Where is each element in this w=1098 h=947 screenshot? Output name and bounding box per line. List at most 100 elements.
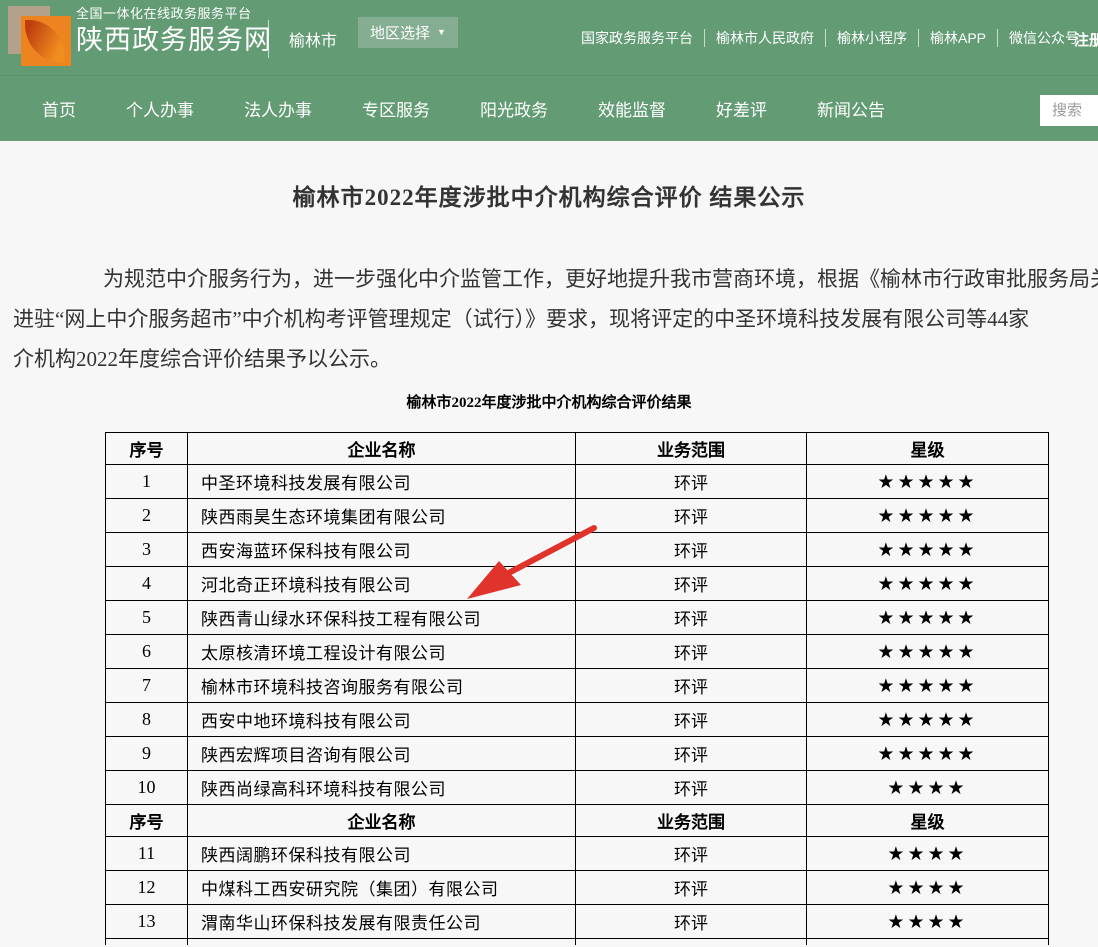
cell-business-scope: 环评 [576,905,807,939]
platform-tagline: 全国一体化在线政务服务平台 [76,7,272,20]
evaluation-results-table: 序号 企业名称 业务范围 星级 1 中圣环境科技发展有限公司 环评 ★★★★★ … [105,432,1049,945]
cell-company-name: 西安海蓝环保科技有限公司 [188,533,576,567]
table-row: 9 陕西宏辉项目咨询有限公司 环评 ★★★★★ [106,737,1049,771]
table-row: 12 中煤科工西安研究院（集团）有限公司 环评 ★★★★ [106,871,1049,905]
results-table-body: 序号 企业名称 业务范围 星级 1 中圣环境科技发展有限公司 环评 ★★★★★ … [106,433,1049,939]
table-row: 10 陕西尚绿高科环境科技有限公司 环评 ★★★★ [106,771,1049,805]
cell-star-rating: ★★★★ [807,871,1049,905]
header-cell-stars: 星级 [807,433,1049,465]
cell-no: 5 [106,601,188,635]
cell-no: 11 [106,837,188,871]
chevron-down-icon: ▼ [437,28,446,37]
cell-company-name: 榆林市环境科技咨询服务有限公司 [188,669,576,703]
header-cell-no: 序号 [106,433,188,465]
header-divider [268,20,269,58]
table-header-row: 序号 企业名称 业务范围 星级 [106,805,1049,837]
page-title: 榆林市2022年度涉批中介机构综合评价 结果公示 [0,178,1098,212]
header-cell-scope: 业务范围 [576,805,807,837]
link-national-platform[interactable]: 国家政务服务平台 [570,28,704,48]
cell-star-rating: ★★★★★ [807,601,1049,635]
paragraph-line: 介机构2022年度综合评价结果予以公示。 [13,339,1098,379]
table-row: 2 陕西雨昊生态环境集团有限公司 环评 ★★★★★ [106,499,1049,533]
nav-item-efficiency-supervision[interactable]: 效能监督 [598,96,666,121]
cell-company-name: 太原核清环境工程设计有限公司 [188,635,576,669]
site-logo[interactable] [8,4,74,70]
link-yulin-gov[interactable]: 榆林市人民政府 [705,28,825,48]
brand-text: 全国一体化在线政务服务平台 陕西政务服务网 [76,7,272,54]
cell-no: 6 [106,635,188,669]
header-links: 国家政务服务平台 榆林市人民政府 榆林小程序 榆林APP 微信公众号 [570,0,1090,75]
cell-star-rating: ★★★★★ [807,737,1049,771]
table-row: 6 太原核清环境工程设计有限公司 环评 ★★★★★ [106,635,1049,669]
cell-star-rating: ★★★★★ [807,703,1049,737]
cell-no: 2 [106,499,188,533]
cell-company-name: 陕西尚绿高科环境科技有限公司 [188,771,576,805]
cell-company-name: 中煤科工西安研究院（集团）有限公司 [188,871,576,905]
header-cell-stars: 星级 [807,805,1049,837]
cell-star-rating: ★★★★★ [807,465,1049,499]
cell-company-name: 中圣环境科技发展有限公司 [188,465,576,499]
table-header-row: 序号 企业名称 业务范围 星级 [106,433,1049,465]
browser-page: 全国一体化在线政务服务平台 陕西政务服务网 榆林市 地区选择 ▼ 国家政务服务平… [0,0,1098,947]
region-select-label: 地区选择 [370,22,430,43]
cell-business-scope: 环评 [576,771,807,805]
table-row: 5 陕西青山绿水环保科技工程有限公司 环评 ★★★★★ [106,601,1049,635]
cell-company-name: 陕西阔鹏环保科技有限公司 [188,837,576,871]
table-caption: 榆林市2022年度涉批中介机构综合评价结果 [0,391,1098,412]
main-nav: 首页 个人办事 法人办事 专区服务 阳光政务 效能监督 好差评 新闻公告 [0,75,1098,141]
partial-clipped-row [106,939,1049,945]
cell-business-scope: 环评 [576,567,807,601]
announcement-paragraph: 为规范中介服务行为，进一步强化中介监管工作，更好地提升我市营商环境，根据《榆林市… [13,259,1098,379]
cell-business-scope: 环评 [576,737,807,771]
table-row: 4 河北奇正环境科技有限公司 环评 ★★★★★ [106,567,1049,601]
cell-star-rating: ★★★★★ [807,669,1049,703]
nav-item-personal-services[interactable]: 个人办事 [126,96,194,121]
table-row: 11 陕西阔鹏环保科技有限公司 环评 ★★★★ [106,837,1049,871]
table-row: 13 渭南华山环保科技发展有限责任公司 环评 ★★★★ [106,905,1049,939]
cell-star-rating: ★★★★★ [807,533,1049,567]
register-link[interactable]: 注册 [1074,29,1098,50]
paragraph-line: 为规范中介服务行为，进一步强化中介监管工作，更好地提升我市营商环境，根据《榆林市… [13,259,1098,299]
table-row: 8 西安中地环境科技有限公司 环评 ★★★★★ [106,703,1049,737]
cell-business-scope: 环评 [576,601,807,635]
nav-item-sunshine-gov[interactable]: 阳光政务 [480,96,548,121]
cell-business-scope: 环评 [576,703,807,737]
cell-business-scope: 环评 [576,499,807,533]
header-cell-no: 序号 [106,805,188,837]
cell-star-rating: ★★★★★ [807,499,1049,533]
cell-business-scope: 环评 [576,837,807,871]
cell-star-rating: ★★★★ [807,905,1049,939]
table-row: 7 榆林市环境科技咨询服务有限公司 环评 ★★★★★ [106,669,1049,703]
header-cell-company: 企业名称 [188,433,576,465]
nav-item-special-zone-services[interactable]: 专区服务 [362,96,430,121]
cell-company-name: 渭南华山环保科技发展有限责任公司 [188,905,576,939]
nav-item-rating[interactable]: 好差评 [716,96,767,121]
paragraph-line: 进驻“网上中介服务超市”中介机构考评管理规定（试行）》要求，现将评定的中圣环境科… [13,299,1098,339]
cell-company-name: 陕西青山绿水环保科技工程有限公司 [188,601,576,635]
cell-business-scope: 环评 [576,465,807,499]
cell-no: 4 [106,567,188,601]
nav-item-home[interactable]: 首页 [42,96,76,121]
cell-company-name: 西安中地环境科技有限公司 [188,703,576,737]
table-row: 3 西安海蓝环保科技有限公司 环评 ★★★★★ [106,533,1049,567]
cell-no: 8 [106,703,188,737]
search-input[interactable] [1040,95,1098,126]
site-title: 陕西政务服务网 [76,27,272,54]
cell-company-name: 陕西雨昊生态环境集团有限公司 [188,499,576,533]
cell-star-rating: ★★★★ [807,837,1049,871]
cell-no: 7 [106,669,188,703]
cell-business-scope: 环评 [576,533,807,567]
nav-item-news[interactable]: 新闻公告 [817,96,885,121]
link-yulin-app[interactable]: 榆林APP [919,28,997,48]
announcement-article: 榆林市2022年度涉批中介机构综合评价 结果公示 为规范中介服务行为，进一步强化… [0,141,1098,212]
link-yulin-miniapp[interactable]: 榆林小程序 [826,28,918,48]
cell-star-rating: ★★★★ [807,771,1049,805]
header-cell-company: 企业名称 [188,805,576,837]
cell-business-scope: 环评 [576,635,807,669]
current-city-label: 榆林市 [289,27,337,51]
cell-business-scope: 环评 [576,871,807,905]
nav-item-legal-entity-services[interactable]: 法人办事 [244,96,312,121]
region-select-button[interactable]: 地区选择 ▼ [358,17,458,48]
cell-no: 12 [106,871,188,905]
table-row: 1 中圣环境科技发展有限公司 环评 ★★★★★ [106,465,1049,499]
